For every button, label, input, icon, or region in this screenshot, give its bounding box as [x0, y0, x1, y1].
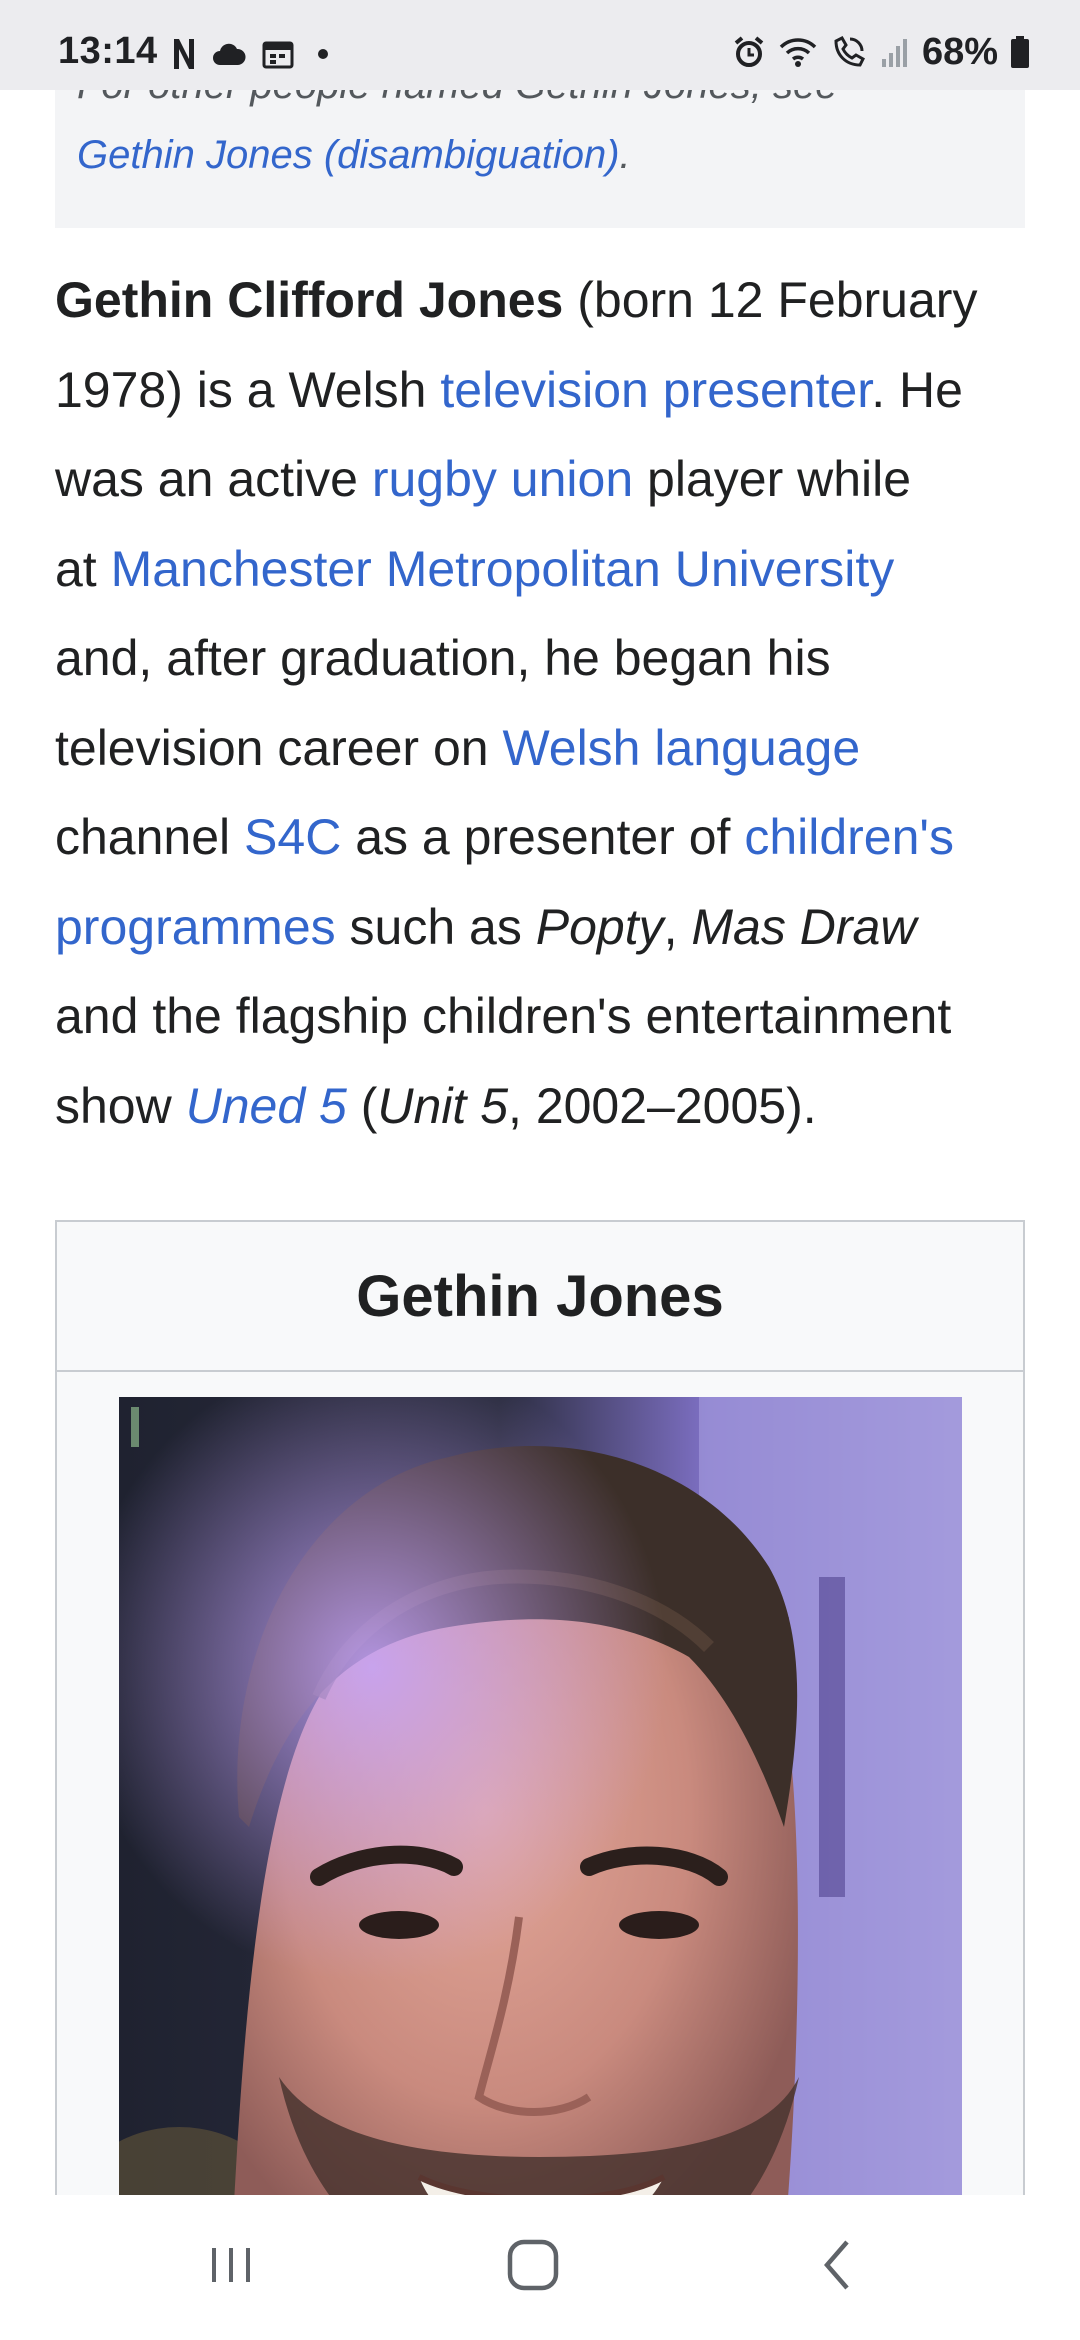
article-text: as a presenter of [341, 809, 745, 865]
status-time: 13:14 [58, 30, 158, 72]
back-icon [824, 2240, 849, 2290]
article-line: and the flagship children's entertainmen… [55, 972, 1035, 1062]
status-left-icons [172, 34, 336, 74]
article-text: Popty [535, 898, 664, 955]
article-line: show Uned 5 (Unit 5, 2002–2005). [55, 1062, 1035, 1152]
recent-apps-button[interactable] [186, 2225, 276, 2305]
infobox: Gethin Jones [55, 1220, 1025, 2320]
portrait-image [119, 1397, 962, 2297]
article-link[interactable]: Uned 5 [186, 1078, 347, 1134]
article-text: was an active [55, 451, 372, 507]
article-text: , [663, 898, 692, 955]
cloud-icon [213, 43, 246, 65]
article-paragraph: Gethin Clifford Jones (born 12 February 1… [55, 256, 1035, 1151]
netflix-icon [174, 39, 194, 69]
hatnote-link[interactable]: Gethin Jones (disambiguation) [77, 133, 620, 177]
article-line: at Manchester Metropolitan University [55, 525, 1035, 615]
article-text: 1978) is a Welsh [55, 361, 441, 418]
article-link[interactable]: television presenter [440, 362, 871, 418]
article-link[interactable]: programmes [55, 899, 336, 955]
article-link[interactable]: Welsh language [502, 720, 860, 776]
article-text: at [55, 540, 111, 597]
article-text: , 2002–2005). [508, 1077, 817, 1134]
article-bold-text: Gethin Clifford Jones [55, 272, 564, 328]
article-line: and, after graduation, he began his [55, 614, 1035, 704]
article-line: television career on Welsh language [55, 704, 1035, 794]
notification-dot-icon [318, 49, 328, 59]
back-button[interactable] [792, 2225, 882, 2305]
article-line: channel S4C as a presenter of children's [55, 793, 1035, 883]
article-text: and the flagship children's entertainmen… [55, 988, 952, 1044]
home-icon [507, 2239, 559, 2291]
status-bar: 13:14 68% [0, 0, 1080, 90]
article-text: Unit 5 [377, 1077, 509, 1134]
article-text: player while [633, 451, 912, 507]
recent-apps-icon [212, 2248, 250, 2282]
wifi-icon [779, 38, 817, 67]
battery-percent: 68% [921, 30, 998, 73]
article-link[interactable]: S4C [244, 809, 341, 865]
article-text: ( [346, 1077, 378, 1134]
article-link[interactable]: children's [744, 809, 954, 865]
article-text: such as [335, 898, 536, 955]
article-text: (born 12 February [563, 272, 978, 328]
hatnote-end: . [619, 133, 631, 177]
article-link[interactable]: rugby union [372, 451, 633, 507]
infobox-photo[interactable] [119, 1397, 962, 2297]
home-button[interactable] [488, 2225, 578, 2305]
article-line: programmes such as Popty, Mas Draw [55, 883, 1035, 973]
article-line: 1978) is a Welsh television presenter. H… [55, 346, 1035, 436]
calendar-icon [262, 41, 294, 69]
signal-icon [881, 39, 907, 67]
article-text: channel [55, 809, 245, 865]
article-text: . He [871, 361, 963, 418]
article-text: television career on [55, 719, 503, 776]
navigation-bar [0, 2195, 1080, 2340]
article-text: show [55, 1077, 186, 1134]
article-link[interactable]: Manchester Metropolitan University [111, 541, 895, 597]
battery-icon [1011, 36, 1029, 68]
infobox-title: Gethin Jones [57, 1222, 1023, 1372]
article-line: was an active rugby union player while [55, 435, 1035, 525]
page: 13:14 68% Gethin Jones (disambiguation).… [0, 0, 1080, 2340]
article-line: Gethin Clifford Jones (born 12 February [55, 256, 1035, 346]
status-right-icons: 68% [732, 30, 1030, 74]
article-text: and, after graduation, he began his [55, 630, 831, 686]
alarm-icon [734, 36, 764, 67]
article-text: Mas Draw [691, 898, 917, 955]
wifi-calling-icon [834, 36, 865, 67]
